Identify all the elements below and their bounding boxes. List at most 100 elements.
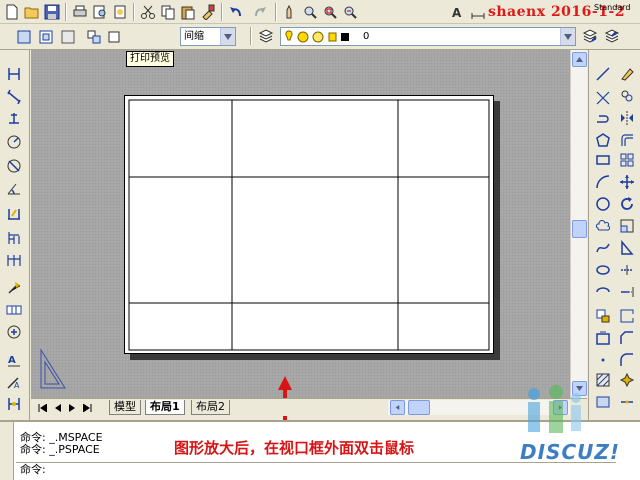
spline-icon[interactable] <box>593 238 613 258</box>
aligned-dim-icon[interactable] <box>4 86 24 106</box>
move-icon[interactable] <box>617 172 637 192</box>
make-block-icon[interactable] <box>593 328 613 348</box>
revision-cloud-icon[interactable] <box>593 216 613 236</box>
arc-icon[interactable] <box>593 172 613 192</box>
single-viewport-icon[interactable] <box>14 27 34 47</box>
join-icon[interactable] <box>617 392 637 412</box>
layer-name: 0 <box>363 31 370 42</box>
polyline-icon[interactable] <box>593 108 613 128</box>
ordinate-dim-icon[interactable] <box>4 108 24 128</box>
dim-text-edit-icon[interactable]: A <box>4 372 24 392</box>
viewport-layer-toolbar: 打印预览 间缩 0 <box>0 24 640 67</box>
svg-text:A: A <box>8 355 16 366</box>
prev-tab-icon[interactable] <box>50 401 64 414</box>
scroll-up-button[interactable] <box>572 52 587 67</box>
polygon-icon[interactable] <box>593 130 613 150</box>
layer-previous-icon[interactable] <box>602 27 622 47</box>
clip-viewport-icon[interactable] <box>84 27 104 47</box>
tolerance-icon[interactable] <box>4 300 24 320</box>
vertical-scroll-thumb[interactable] <box>572 220 587 238</box>
center-mark-icon[interactable] <box>4 322 24 342</box>
ellipse-icon[interactable] <box>593 260 613 280</box>
leader-icon[interactable] <box>4 278 24 298</box>
continue-dim-icon[interactable] <box>4 250 24 270</box>
command-prompt[interactable]: 命令: <box>20 464 46 476</box>
circle-icon[interactable] <box>593 194 613 214</box>
layer-combo[interactable]: 0 <box>280 27 576 46</box>
tab-layout1[interactable]: 布局1 <box>145 400 185 415</box>
new-icon[interactable] <box>2 2 22 22</box>
ucs-icon <box>40 348 66 389</box>
radius-dim-icon[interactable] <box>4 132 24 152</box>
explode-icon[interactable] <box>617 370 637 390</box>
discuz-logo-text: DISCUZ! <box>520 440 620 464</box>
chamfer-icon[interactable] <box>617 328 637 348</box>
text-style-icon[interactable]: A <box>448 2 468 22</box>
extend-icon[interactable] <box>617 282 637 302</box>
rectangle-icon[interactable] <box>593 150 613 170</box>
undo-icon[interactable] <box>226 2 246 22</box>
line-icon[interactable] <box>593 64 613 84</box>
match-properties-icon[interactable] <box>198 2 218 22</box>
last-tab-icon[interactable] <box>80 401 94 414</box>
mirror-icon[interactable] <box>617 108 637 128</box>
svg-text:A: A <box>452 6 462 20</box>
baseline-dim-icon[interactable] <box>4 228 24 248</box>
linear-dim-icon[interactable] <box>4 64 24 84</box>
standard-toolbar: A shaenx 2016-1-2 Standard <box>0 0 640 24</box>
break-icon[interactable] <box>617 306 637 326</box>
layer-on-icon <box>285 30 293 41</box>
scroll-left-button[interactable] <box>390 400 405 415</box>
erase-icon[interactable] <box>617 64 637 84</box>
rotate-icon[interactable] <box>617 194 637 214</box>
print-icon[interactable] <box>70 2 90 22</box>
dim-style-icon[interactable] <box>468 2 488 22</box>
offset-icon[interactable] <box>617 130 637 150</box>
command-window-grip[interactable] <box>0 422 14 480</box>
chevron-down-icon[interactable] <box>220 28 235 45</box>
quick-dim-icon[interactable] <box>4 204 24 224</box>
make-layer-current-icon[interactable] <box>580 27 600 47</box>
diameter-dim-icon[interactable] <box>4 156 24 176</box>
layer-manager-icon[interactable] <box>256 27 276 47</box>
stretch-icon[interactable] <box>617 238 637 258</box>
first-tab-icon[interactable] <box>35 401 49 414</box>
print-preview-icon[interactable] <box>90 2 110 22</box>
insert-block-icon[interactable] <box>593 306 613 326</box>
publish-icon[interactable] <box>110 2 130 22</box>
convert-viewport-icon[interactable] <box>58 27 78 47</box>
construction-line-icon[interactable] <box>593 88 613 108</box>
scale-icon[interactable] <box>617 216 637 236</box>
save-icon[interactable] <box>42 2 62 22</box>
pan-icon[interactable] <box>280 2 300 22</box>
tab-layout2[interactable]: 布局2 <box>191 400 230 415</box>
tab-model[interactable]: 模型 <box>109 400 141 415</box>
fillet-icon[interactable] <box>617 350 637 370</box>
zoom-realtime-icon[interactable] <box>300 2 320 22</box>
point-icon[interactable] <box>593 350 613 370</box>
zoom-previous-icon[interactable] <box>340 2 360 22</box>
zoom-window-icon[interactable] <box>320 2 340 22</box>
region-icon[interactable] <box>593 392 613 412</box>
copy-object-icon[interactable] <box>617 86 637 106</box>
cut-icon[interactable] <box>138 2 158 22</box>
redo-icon[interactable] <box>250 2 270 22</box>
dim-update-icon[interactable] <box>4 394 24 414</box>
open-icon[interactable] <box>22 2 42 22</box>
polygonal-viewport-icon[interactable] <box>36 27 56 47</box>
chevron-down-icon[interactable] <box>560 28 575 45</box>
next-tab-icon[interactable] <box>65 401 79 414</box>
ellipse-arc-icon[interactable] <box>593 282 613 302</box>
style-label: Standard <box>594 3 631 12</box>
viewport-scale-icon[interactable] <box>104 27 124 47</box>
horizontal-scroll-thumb[interactable] <box>408 400 430 415</box>
hatch-icon[interactable] <box>593 370 613 390</box>
array-icon[interactable] <box>617 150 637 170</box>
dim-edit-icon[interactable]: A <box>4 350 24 370</box>
angular-dim-icon[interactable] <box>4 178 24 198</box>
viewport-scale-combo[interactable]: 间缩 <box>180 27 236 46</box>
paste-icon[interactable] <box>178 2 198 22</box>
trim-icon[interactable] <box>617 260 637 280</box>
vertical-scrollbar[interactable] <box>570 50 587 398</box>
copy-icon[interactable] <box>158 2 178 22</box>
